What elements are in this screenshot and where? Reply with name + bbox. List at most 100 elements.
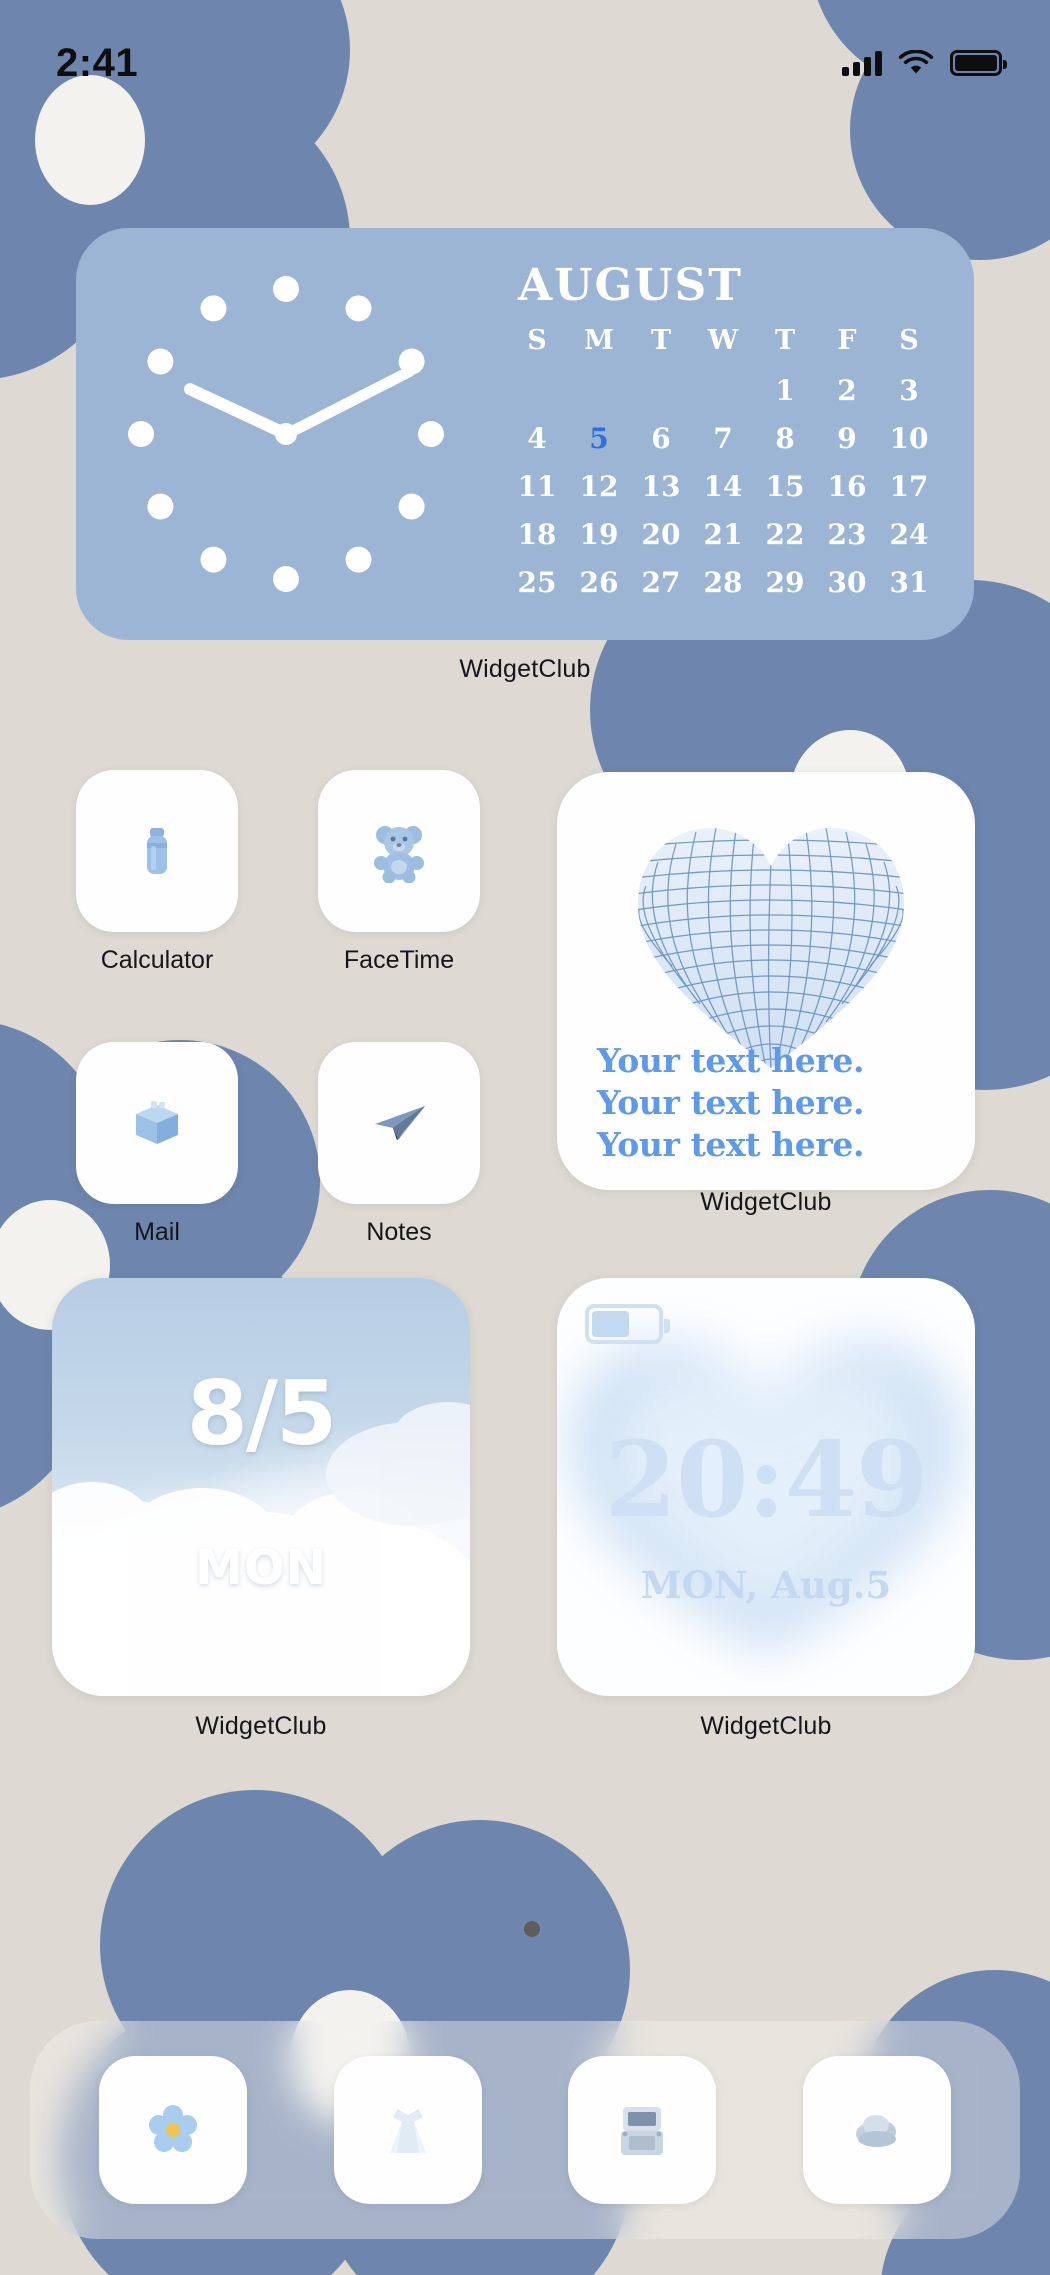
status-bar-time: 2:41 (56, 40, 139, 85)
calendar-day: 19 (579, 518, 619, 551)
calendar-weekday: W (707, 325, 739, 356)
heart-text-widget[interactable]: Your text here. Your text here. Your tex… (557, 772, 975, 1190)
wallpaper-speck (524, 1921, 540, 1937)
calendar-month-title: AUGUST (518, 260, 743, 311)
water-bottle-icon[interactable] (76, 770, 238, 932)
calendar-grid: S M T W T F S 1 2 3 4 5 6 7 8 9 10 11 12… (506, 325, 940, 604)
clock-tick (200, 546, 227, 573)
calendar-day: 27 (641, 566, 681, 599)
wireframe-heart-icon (638, 828, 904, 1068)
calendar-day: 6 (651, 422, 671, 455)
calendar-day: 17 (889, 470, 929, 503)
app-label: Notes (366, 1218, 432, 1246)
blue-flower-icon[interactable] (99, 2056, 248, 2204)
calendar-day: 7 (713, 422, 733, 455)
app-label: Calculator (100, 946, 214, 974)
calendar-weekday: S (899, 325, 919, 356)
app-icon-facetime[interactable]: FaceTime (318, 770, 480, 975)
app-icon-notes[interactable]: Notes (318, 1042, 480, 1247)
clock-tick (273, 566, 299, 592)
clock-tick (273, 276, 299, 302)
handheld-game-console-icon[interactable] (568, 2056, 717, 2204)
dock (30, 2021, 1020, 2239)
home-screen: 2:41 AUGUST S M T W T F S 1 2 3 4 5 6 7 … (0, 0, 1050, 2275)
digital-clock-time: 20:49 (604, 1418, 929, 1541)
status-bar-indicators (842, 50, 1007, 76)
app-label: FaceTime (343, 946, 455, 974)
photo-widget-date: 8/5 (186, 1362, 338, 1465)
calendar-day-today: 5 (568, 417, 630, 461)
calendar-day: 28 (703, 566, 743, 599)
clock-tick (345, 546, 372, 573)
calendar: AUGUST S M T W T F S 1 2 3 4 5 6 7 8 9 1… (496, 228, 974, 640)
calendar-day: 9 (837, 422, 857, 455)
status-bar: 2:41 (0, 0, 1050, 100)
clock-tick (200, 295, 227, 322)
wifi-icon (898, 50, 934, 74)
calendar-day: 31 (889, 566, 929, 599)
heart-text-line: Your text here. (597, 1041, 865, 1081)
dock-icons (30, 2021, 1020, 2239)
calendar-weekday: M (584, 325, 614, 356)
photo-widget-label: WidgetClub (195, 1712, 327, 1740)
digital-clock-date: MON, Aug.5 (640, 1563, 892, 1607)
calendar-day: 30 (827, 566, 867, 599)
cloud-puff-icon[interactable] (802, 2056, 951, 2204)
app-icon-mail[interactable]: Mail (76, 1042, 238, 1247)
analog-clock (76, 228, 496, 640)
photo-widget-weekday: MON (195, 1540, 327, 1596)
cloud-photo-background (52, 1402, 470, 1696)
gift-box-icon[interactable] (76, 1042, 238, 1204)
clock-tick (398, 493, 425, 520)
calendar-day: 13 (641, 470, 681, 503)
clock-tick (147, 348, 174, 375)
calendar-day: 11 (517, 470, 557, 503)
date-photo-widget[interactable]: 8/5 MON (52, 1278, 470, 1696)
analog-clock-face (121, 269, 451, 599)
battery-icon (950, 50, 1007, 76)
calendar-day: 14 (703, 470, 743, 503)
app-icon-calculator[interactable]: Calculator (76, 770, 238, 975)
teddy-bear-icon[interactable] (318, 770, 480, 932)
calendar-day: 21 (703, 518, 743, 551)
digital-clock-widget[interactable]: 20:49 MON, Aug.5 (557, 1278, 975, 1696)
calendar-day: 20 (641, 518, 681, 551)
calendar-day: 12 (579, 470, 619, 503)
calendar-weekday: S (527, 325, 547, 356)
clock-tick (128, 421, 154, 447)
heart-widget-label: WidgetClub (700, 1188, 832, 1216)
calendar-day: 3 (899, 374, 919, 407)
digital-widget-label: WidgetClub (700, 1712, 832, 1740)
calendar-day: 4 (527, 422, 547, 455)
app-label: Mail (134, 1218, 180, 1246)
calendar-day: 10 (889, 422, 929, 455)
calendar-day: 8 (775, 422, 795, 455)
calendar-day: 22 (765, 518, 805, 551)
calendar-day: 1 (775, 374, 795, 407)
white-dress-icon[interactable] (333, 2056, 482, 2204)
clock-minute-hand (278, 363, 417, 442)
clock-tick (345, 295, 372, 322)
battery-icon (585, 1304, 670, 1344)
clock-center-cap (275, 423, 297, 445)
calendar-day: 18 (517, 518, 557, 551)
clock-tick (147, 493, 174, 520)
cellular-signal-icon (842, 50, 882, 76)
calendar-day: 16 (827, 470, 867, 503)
calendar-day: 15 (765, 470, 805, 503)
heart-text-line: Your text here. (597, 1083, 865, 1123)
clock-calendar-widget-label: WidgetClub (459, 655, 591, 683)
heart-text-line: Your text here. (597, 1125, 865, 1165)
calendar-weekday: F (837, 325, 857, 356)
paper-airplane-icon[interactable] (318, 1042, 480, 1204)
calendar-day: 29 (765, 566, 805, 599)
heart-widget-text: Your text here. Your text here. Your tex… (597, 1040, 953, 1166)
calendar-day: 24 (889, 518, 929, 551)
clock-calendar-widget[interactable]: AUGUST S M T W T F S 1 2 3 4 5 6 7 8 9 1… (76, 228, 974, 640)
calendar-day: 23 (827, 518, 867, 551)
clock-tick (418, 421, 444, 447)
calendar-weekday: T (774, 325, 796, 356)
calendar-day: 26 (579, 566, 619, 599)
calendar-day: 2 (837, 374, 857, 407)
calendar-day: 25 (517, 566, 557, 599)
